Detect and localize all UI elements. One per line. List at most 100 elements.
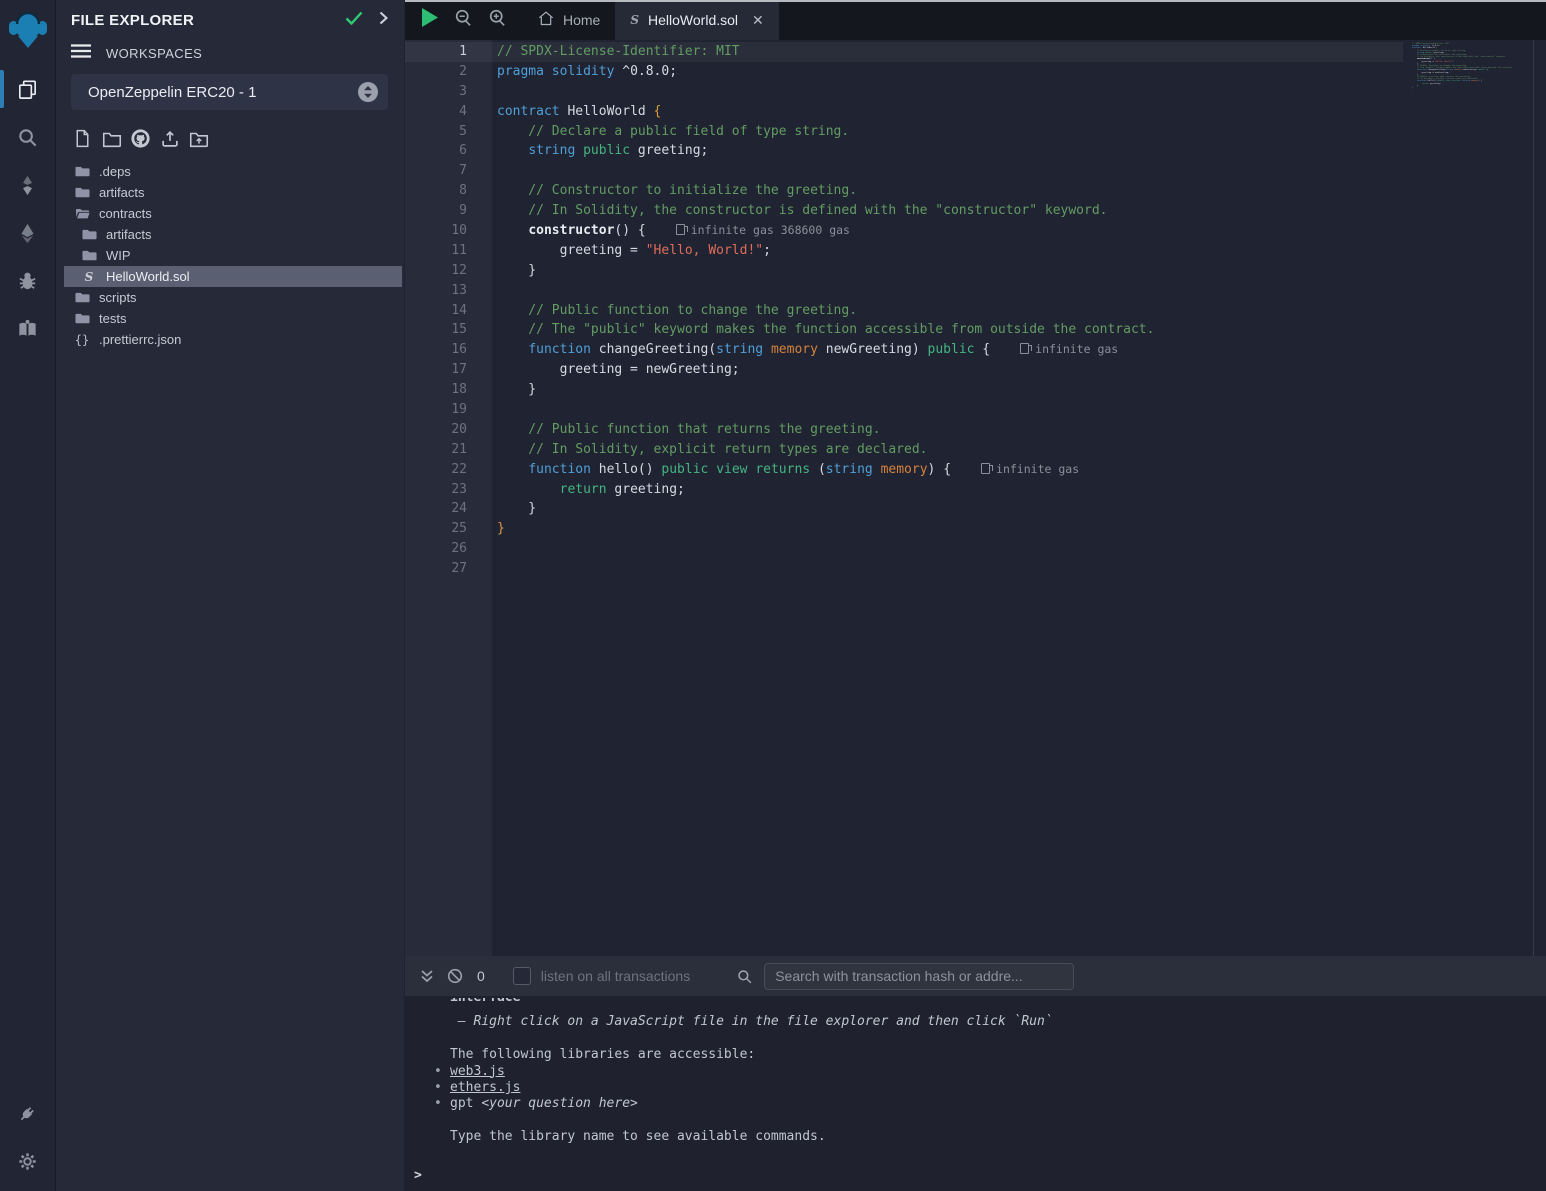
gas-pump-icon [1020, 343, 1029, 354]
terminal-link[interactable]: ethers.js [450, 1080, 520, 1095]
code-line-14[interactable]: // Public function to change the greetin… [492, 301, 1403, 321]
search-icon[interactable] [0, 113, 55, 161]
code-line-18[interactable]: } [492, 380, 1403, 400]
tree-item-label: contracts [99, 206, 152, 221]
code-line-15[interactable]: // The "public" keyword makes the functi… [492, 320, 1403, 340]
settings-icon[interactable] [0, 1137, 55, 1185]
file-explorer-icon[interactable] [0, 65, 55, 113]
code-line-19[interactable] [492, 400, 1403, 420]
line-number: 26 [405, 539, 492, 559]
code-line-13[interactable] [492, 281, 1403, 301]
tree-item-artifacts[interactable]: artifacts [64, 224, 402, 245]
tree-item-label: HelloWorld.sol [106, 269, 190, 284]
code-line-7[interactable] [492, 161, 1403, 181]
minimap[interactable]: // SPDX-License-Identifier: MITpragma so… [1412, 43, 1546, 89]
code-line-25[interactable]: } [492, 519, 1403, 539]
code-line-24[interactable]: } [492, 499, 1403, 519]
transaction-search-input[interactable] [764, 963, 1074, 990]
remix-logo[interactable] [4, 5, 52, 53]
workspace-select[interactable]: OpenZeppelin ERC20 - 1 [71, 74, 388, 110]
code-line-16[interactable]: function changeGreeting(string memory ne… [492, 340, 1403, 360]
plugin-manager-icon[interactable] [0, 1089, 55, 1137]
import-folder-icon[interactable] [187, 127, 210, 150]
new-folder-icon[interactable] [100, 127, 123, 150]
line-number: 21 [405, 440, 492, 460]
zoom-out-icon[interactable] [455, 9, 472, 31]
tree-item-tests[interactable]: tests [64, 308, 402, 329]
tab-label: HelloWorld.sol [648, 12, 738, 28]
terminal-link[interactable]: web3.js [450, 1064, 505, 1079]
collapse-terminal-icon[interactable] [413, 962, 441, 990]
code-line-4[interactable]: contract HelloWorld { [492, 102, 1403, 122]
code-line-21[interactable]: // In Solidity, explicit return types ar… [492, 440, 1403, 460]
code-line-1[interactable]: // SPDX-License-Identifier: MIT [492, 42, 1403, 62]
clear-terminal-icon[interactable] [441, 962, 469, 990]
code-line-22[interactable]: function hello() public view returns (st… [492, 460, 1403, 480]
tree-item-label: tests [99, 311, 126, 326]
solidity-compiler-icon[interactable] [0, 161, 55, 209]
tree-item-label: artifacts [106, 227, 152, 242]
learneth-icon[interactable] [0, 305, 55, 353]
code-line-26[interactable] [492, 539, 1403, 559]
code-line-6[interactable]: string public greeting; [492, 141, 1403, 161]
zoom-in-icon[interactable] [489, 9, 506, 31]
tree-item-artifacts[interactable]: artifacts [64, 182, 402, 203]
terminal-prompt[interactable]: > [414, 1168, 422, 1184]
tree-item-label: .deps [99, 164, 131, 179]
upload-icon[interactable] [158, 127, 181, 150]
panel-title: FILE EXPLORER [71, 12, 345, 29]
activity-bar [0, 0, 56, 1191]
gas-pump-icon [676, 224, 685, 235]
code-line-9[interactable]: // In Solidity, the constructor is defin… [492, 201, 1403, 221]
code-line-8[interactable]: // Constructor to initialize the greetin… [492, 181, 1403, 201]
code-pane[interactable]: // SPDX-License-Identifier: MITpragma so… [492, 40, 1403, 956]
code-line-5[interactable]: // Declare a public field of type string… [492, 122, 1403, 142]
code-line-17[interactable]: greeting = newGreeting; [492, 360, 1403, 380]
code-line-27[interactable] [492, 559, 1403, 579]
bullet: • [434, 1064, 442, 1080]
tab-helloworld-sol[interactable]: S HelloWorld.sol ✕ [615, 0, 778, 40]
code-line-23[interactable]: return greeting; [492, 480, 1403, 500]
tree-item--prettierrc-json[interactable]: {}.prettierrc.json [64, 329, 402, 350]
code-line-12[interactable]: } [492, 261, 1403, 281]
github-icon[interactable] [129, 127, 152, 150]
new-file-icon[interactable] [71, 127, 94, 150]
code-line-11[interactable]: greeting = "Hello, World!"; [492, 241, 1403, 261]
line-number: 9 [405, 201, 492, 221]
editor-tab-bar: Home S HelloWorld.sol ✕ [405, 0, 1546, 40]
line-number: 22 [405, 460, 492, 480]
folder-icon [74, 164, 90, 179]
workspaces-menu-icon[interactable] [71, 44, 91, 63]
terminal-toolbar: 0 listen on all transactions [405, 956, 1546, 996]
debugger-icon[interactable] [0, 257, 55, 305]
editor-area: Home S HelloWorld.sol ✕ 1234567891011121… [405, 0, 1546, 956]
code-line-20[interactable]: // Public function that returns the gree… [492, 420, 1403, 440]
line-number: 18 [405, 380, 492, 400]
code-line-2[interactable]: pragma solidity ^0.8.0; [492, 62, 1403, 82]
tree-item-contracts[interactable]: contracts [64, 203, 402, 224]
check-icon[interactable] [345, 11, 363, 30]
run-play-icon[interactable] [421, 8, 438, 32]
close-tab-icon[interactable]: ✕ [752, 12, 764, 29]
deploy-run-icon[interactable] [0, 209, 55, 257]
scrollbar-track[interactable] [1533, 40, 1534, 956]
braces-icon: {} [74, 333, 90, 347]
gas-estimate: infinite gas [1020, 342, 1118, 356]
tree-item-wip[interactable]: WIP [64, 245, 402, 266]
terminal-lines: interface – Right click on a JavaScript … [450, 998, 1536, 1146]
listen-checkbox[interactable] [513, 967, 531, 985]
home-icon [538, 11, 554, 29]
code-line-10[interactable]: constructor() {infinite gas 368600 gas [492, 221, 1403, 241]
tree-item-scripts[interactable]: scripts [64, 287, 402, 308]
file-tree: .deps artifacts contracts artifacts WIPSHell… [56, 159, 404, 350]
bullet: • [434, 1096, 442, 1112]
tree-item--deps[interactable]: .deps [64, 161, 402, 182]
line-number: 8 [405, 181, 492, 201]
solidity-file-icon: S [630, 13, 639, 27]
tab-home[interactable]: Home [523, 0, 615, 40]
tree-item-helloworld-sol[interactable]: SHelloWorld.sol [64, 266, 402, 287]
code-line-3[interactable] [492, 82, 1403, 102]
chevron-right-icon[interactable] [379, 11, 388, 30]
terminal-output[interactable]: interface – Right click on a JavaScript … [405, 996, 1546, 1191]
folder-icon [81, 227, 97, 242]
